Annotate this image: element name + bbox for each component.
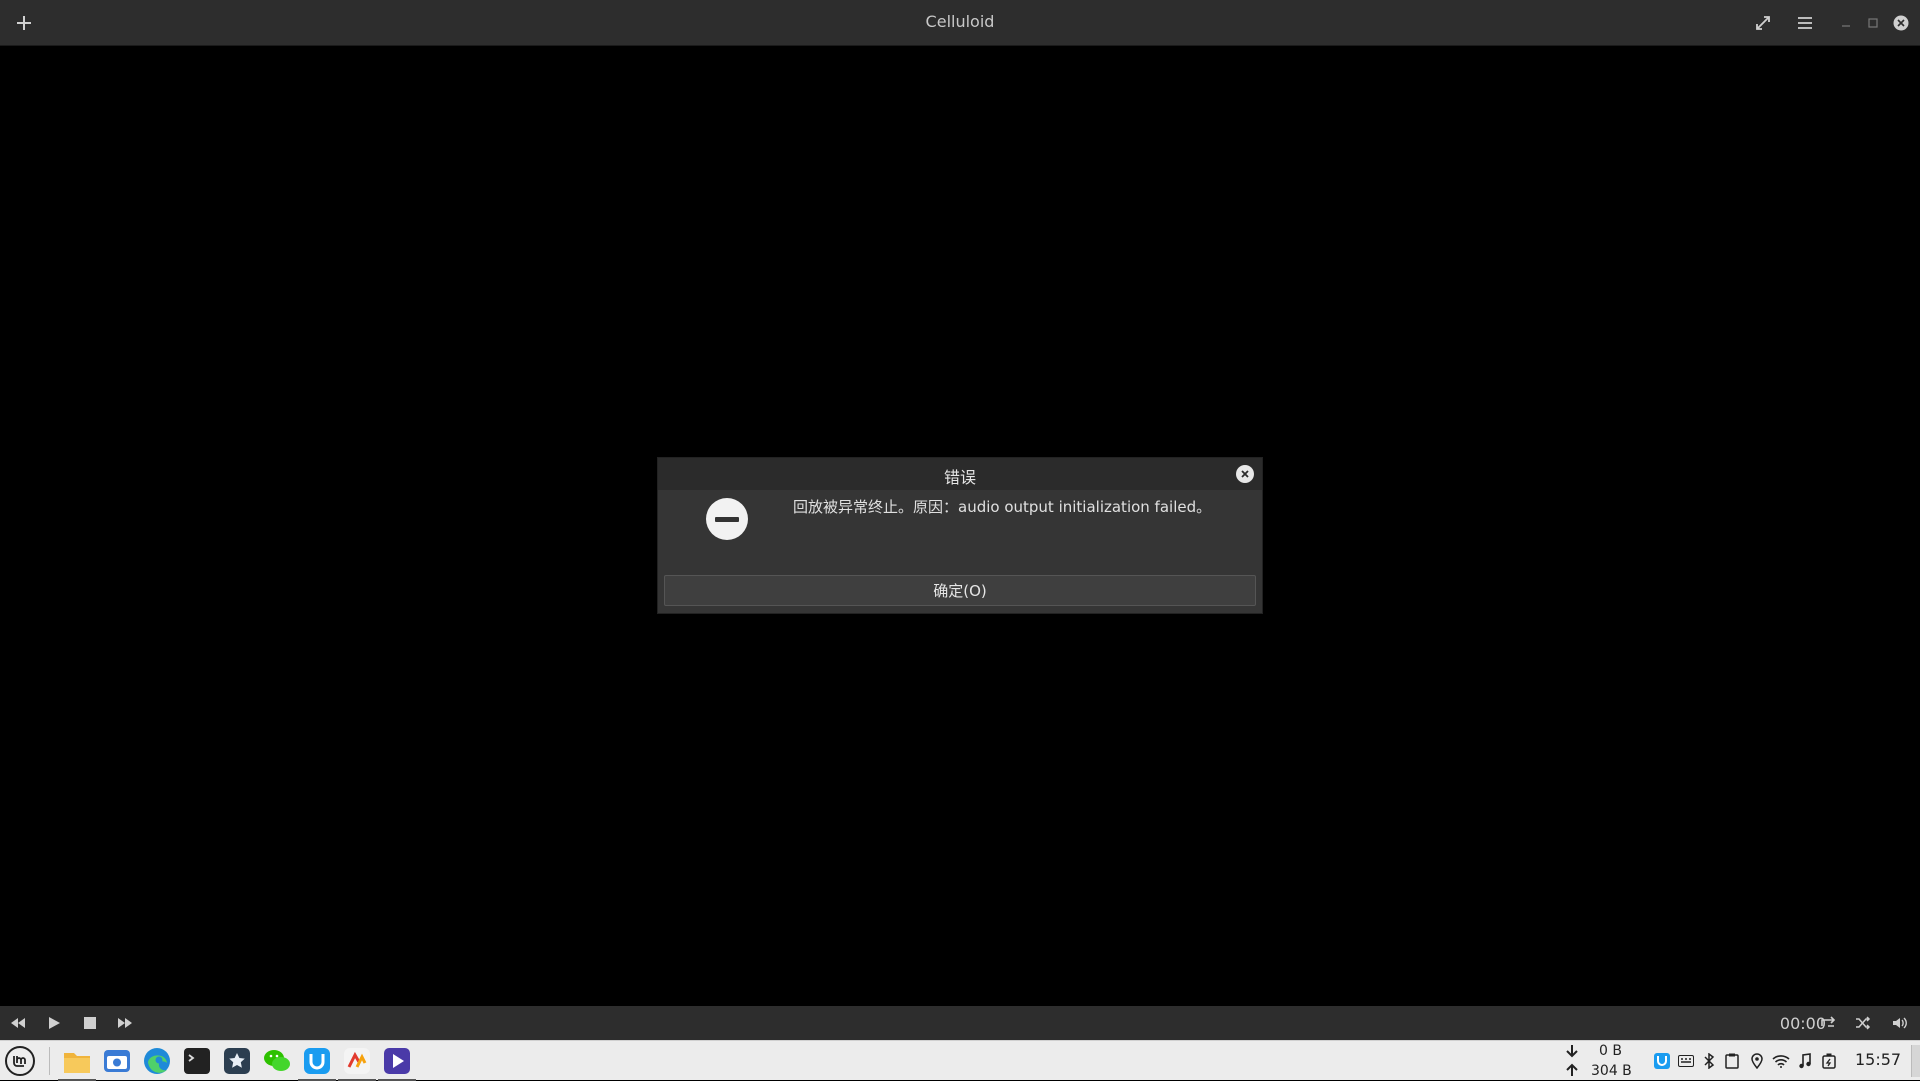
edge-browser-app-button[interactable] — [141, 1045, 173, 1077]
wechat-icon — [264, 1050, 290, 1071]
wifi-icon — [1772, 1055, 1790, 1068]
u-app-tray-icon — [1654, 1053, 1670, 1069]
stop-icon — [84, 1017, 96, 1029]
minimize-button[interactable] — [1838, 15, 1854, 31]
expand-icon — [1756, 16, 1770, 30]
wechat-app-button[interactable] — [261, 1045, 293, 1077]
tray-bluetooth[interactable] — [1700, 1052, 1718, 1070]
folder-icon — [64, 1053, 90, 1073]
window-title: Celluloid — [925, 12, 995, 31]
title-bar: Celluloid — [0, 0, 1920, 46]
tray-tuanjie[interactable] — [1653, 1052, 1671, 1070]
download-speed: 0 B — [1599, 1043, 1622, 1059]
dialog-message: 回放被异常终止。原因：audio output initialization f… — [793, 498, 1212, 516]
show-desktop-button[interactable] — [1911, 1045, 1920, 1077]
main-menu-button[interactable] — [1793, 11, 1817, 35]
upload-speed: 304 B — [1591, 1063, 1632, 1079]
wps-icon — [344, 1048, 370, 1074]
tray-location[interactable] — [1748, 1052, 1766, 1070]
wps-app-button[interactable] — [338, 1045, 376, 1081]
start-menu-button[interactable] — [5, 1046, 35, 1076]
star-launcher-icon — [224, 1048, 250, 1074]
arrow-down-icon — [1566, 1045, 1578, 1058]
fast-forward-button[interactable] — [115, 1014, 135, 1032]
rewind-button[interactable] — [8, 1014, 28, 1032]
shuffle-icon — [1856, 1016, 1871, 1030]
loop-button[interactable] — [1818, 1014, 1838, 1032]
arrow-up-icon — [1566, 1063, 1578, 1076]
ok-button[interactable]: 确定(O) — [664, 575, 1256, 606]
minimize-icon — [1842, 25, 1850, 27]
tray-sound[interactable] — [1796, 1052, 1814, 1070]
dialog-header: 错误 — [658, 458, 1262, 490]
maximize-button[interactable] — [1865, 15, 1881, 31]
screenshot-app-button[interactable] — [101, 1045, 133, 1077]
clock[interactable]: 15:57 — [1855, 1050, 1901, 1069]
tray-keyboard[interactable] — [1677, 1052, 1695, 1070]
tray-wifi[interactable] — [1772, 1052, 1790, 1070]
volume-button[interactable] — [1890, 1014, 1910, 1032]
appimage-launcher-app-button[interactable] — [221, 1045, 253, 1077]
camera-icon — [104, 1050, 130, 1072]
play-icon — [49, 1017, 60, 1029]
taskbar: 0 B 304 B 15:57 — [0, 1040, 1920, 1081]
close-icon — [1241, 470, 1249, 478]
keyboard-icon — [1678, 1055, 1694, 1067]
files-app-button[interactable] — [58, 1045, 96, 1081]
stop-button[interactable] — [80, 1014, 100, 1032]
error-dialog: 错误 回放被异常终止。原因：audio output initializatio… — [657, 457, 1263, 614]
maximize-icon — [1868, 18, 1878, 28]
fast-forward-icon — [118, 1018, 132, 1028]
celluloid-icon — [384, 1048, 410, 1074]
dialog-title: 错误 — [943, 468, 976, 487]
music-note-icon — [1799, 1053, 1811, 1069]
clipboard-icon — [1725, 1053, 1739, 1069]
terminal-app-button[interactable] — [181, 1045, 213, 1077]
hamburger-menu-icon — [1798, 17, 1812, 29]
rewind-icon — [11, 1018, 25, 1028]
playback-controls: 00:00 — [0, 1006, 1920, 1040]
location-pin-icon — [1751, 1053, 1763, 1069]
shuffle-button[interactable] — [1853, 1014, 1873, 1032]
dialog-close-button[interactable] — [1236, 465, 1254, 483]
taskbar-separator — [49, 1047, 50, 1075]
celluloid-app-button[interactable] — [378, 1045, 416, 1081]
tray-clipboard[interactable] — [1723, 1052, 1741, 1070]
play-button[interactable] — [44, 1014, 64, 1032]
terminal-icon — [184, 1048, 210, 1074]
bluetooth-icon — [1704, 1053, 1715, 1069]
repeat-icon — [1821, 1016, 1836, 1027]
tray-power[interactable] — [1820, 1052, 1838, 1070]
volume-icon — [1893, 1017, 1907, 1029]
u-app-icon — [304, 1048, 330, 1074]
close-window-button[interactable] — [1893, 15, 1909, 31]
error-icon — [706, 498, 748, 540]
fullscreen-button[interactable] — [1751, 11, 1775, 35]
close-icon — [1893, 15, 1909, 31]
battery-plug-icon — [1822, 1053, 1836, 1069]
edge-icon — [144, 1048, 170, 1074]
mint-logo-icon — [13, 1056, 26, 1067]
tuanjie-app-button[interactable] — [298, 1045, 336, 1081]
